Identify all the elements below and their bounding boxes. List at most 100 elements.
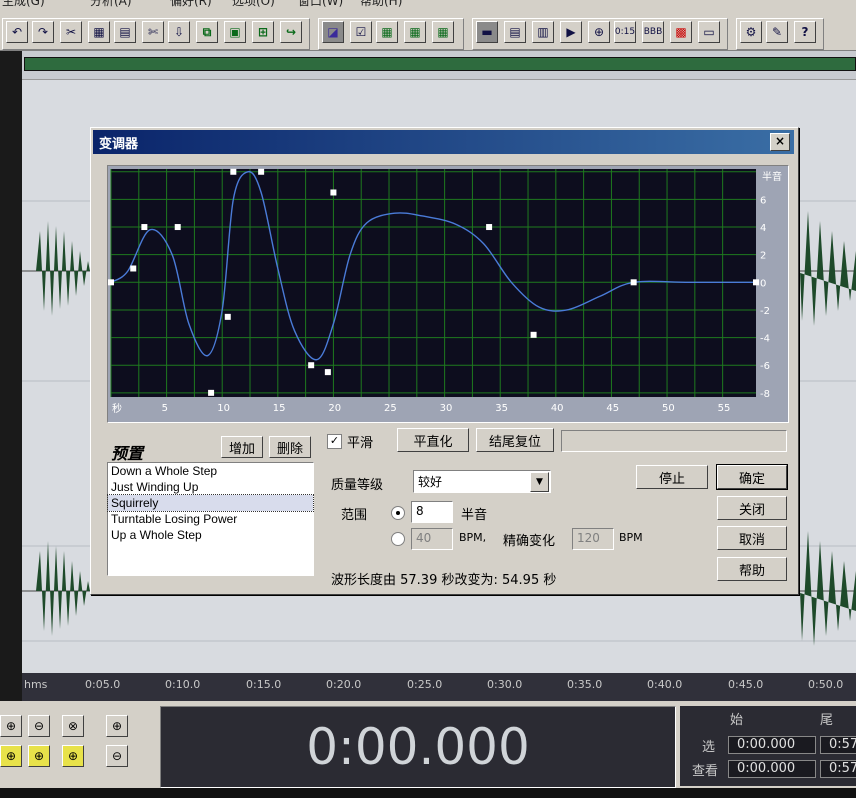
grid-icon[interactable]: ▦ [376, 21, 398, 43]
copy-icon[interactable]: ▦ [88, 21, 110, 43]
menu-item-options[interactable]: 选项(O) [232, 0, 275, 9]
cancel-button[interactable]: 取消 [717, 526, 787, 550]
redo-icon[interactable]: ↷ [32, 21, 54, 43]
view-end-field[interactable]: 0:57 [820, 760, 856, 778]
zoom-right-icon[interactable]: ⊕ [62, 745, 84, 767]
undo-icon[interactable]: ↶ [6, 21, 28, 43]
trim-icon[interactable]: ⧉ [196, 21, 218, 43]
bpm-icon[interactable]: BBB [642, 21, 664, 43]
ruler-tick-label: 0:10.0 [165, 678, 201, 691]
reset-end-button[interactable]: 结尾复位 [476, 428, 554, 452]
add-preset-button[interactable]: 增加 [221, 436, 263, 458]
zoom-full-icon[interactable]: ⊗ [62, 715, 84, 737]
time-ruler[interactable]: hms 0:05.0 0:10.0 0:15.0 0:20.0 0:25.0 0… [22, 673, 856, 701]
smooth-checkbox[interactable]: ✓ [327, 434, 342, 449]
bpm-radio[interactable] [391, 532, 405, 546]
cut-icon[interactable]: ✂ [60, 21, 82, 43]
chevron-down-icon[interactable]: ▼ [530, 472, 549, 492]
view-icon[interactable]: ▬ [476, 21, 498, 43]
control-point[interactable] [330, 189, 337, 196]
silence-icon[interactable]: ▣ [224, 21, 246, 43]
zoom-icon[interactable]: ⊕ [588, 21, 610, 43]
selection-begin-field[interactable]: 0:00.000 [728, 736, 816, 754]
bpm-input[interactable]: 40 [411, 528, 453, 550]
menu-item-help[interactable]: 帮助(H) [360, 0, 402, 9]
check-icon[interactable]: ☑ [350, 21, 372, 43]
zoom-selection-icon[interactable]: ⊕ [28, 745, 50, 767]
preset-item[interactable]: Just Winding Up [108, 479, 313, 495]
control-point[interactable] [130, 265, 137, 272]
preset-item[interactable]: Down a Whole Step [108, 463, 313, 479]
length-change-text: 波形长度由 57.39 秒改变为: 54.95 秒 [331, 573, 557, 588]
ruler-tick-label: 0:15.0 [246, 678, 282, 691]
envelope-svg[interactable]: 6420-2-4-6-8 5 10 15 20 25 30 35 40 45 50 55 半音 秒 [108, 166, 788, 422]
overview-scroll-strip[interactable] [24, 57, 856, 71]
control-point[interactable] [530, 331, 537, 338]
blank-icon[interactable]: ▭ [698, 21, 720, 43]
control-point[interactable] [141, 224, 148, 231]
spectral-icon[interactable]: ▥ [532, 21, 554, 43]
delete-preset-button[interactable]: 删除 [269, 436, 311, 458]
dialog-titlebar[interactable]: 变调器 × [93, 130, 794, 154]
stop-button[interactable]: 停止 [636, 465, 708, 489]
settings-icon[interactable]: ⚙ [740, 21, 762, 43]
control-point[interactable] [108, 279, 114, 286]
pitch-bender-dialog: 变调器 × 6 4 2 0 -2 -4 -6 -8 5 10 15 20 25 30 35 40 45 50 55… [90, 127, 799, 595]
flatten-button[interactable]: 平直化 [397, 428, 469, 452]
quality-select[interactable]: 较好 ▼ [413, 470, 551, 493]
y-tick-label: -4 [760, 334, 770, 345]
arrow-icon[interactable]: ↪ [280, 21, 302, 43]
close-button[interactable]: 关闭 [717, 496, 787, 520]
control-point[interactable] [208, 389, 215, 396]
script-icon[interactable]: ✎ [766, 21, 788, 43]
control-point[interactable] [630, 279, 637, 286]
control-point[interactable] [258, 168, 265, 175]
zoom-out-vertical-icon[interactable]: ⊖ [106, 745, 128, 767]
control-point[interactable] [174, 224, 181, 231]
view-begin-field[interactable]: 0:00.000 [728, 760, 816, 778]
zoom-in-icon[interactable]: ⊕ [0, 715, 22, 737]
control-point[interactable] [224, 313, 231, 320]
timecode-icon[interactable]: 0:15 [614, 21, 636, 43]
semitone-input[interactable]: 8 [411, 501, 453, 523]
preset-item[interactable]: Up a Whole Step [108, 527, 313, 543]
select-icon[interactable]: ◪ [322, 21, 344, 43]
control-point[interactable] [230, 168, 237, 175]
zoom-in-vertical-icon[interactable]: ⊕ [106, 715, 128, 737]
grid-icon[interactable]: ▦ [432, 21, 454, 43]
semitone-radio[interactable] [391, 506, 405, 520]
pitch-envelope-graph[interactable]: 6 4 2 0 -2 -4 -6 -8 5 10 15 20 25 30 35 40 45 50 55 半音 秒 [107, 165, 789, 423]
graph-background[interactable] [111, 169, 756, 397]
help-button[interactable]: 帮助 [717, 557, 787, 581]
ok-button[interactable]: 确定 [716, 464, 788, 490]
grid-icon[interactable]: ▦ [404, 21, 426, 43]
preset-item-selected[interactable]: Squirrely [107, 494, 314, 512]
control-point[interactable] [324, 369, 331, 376]
ruler-tick-label: 0:35.0 [567, 678, 603, 691]
selection-end-field[interactable]: 0:57 [820, 736, 856, 754]
control-point[interactable] [308, 362, 315, 369]
menu-item-favorites[interactable]: 偏好(R) [170, 0, 212, 9]
control-point[interactable] [753, 279, 759, 286]
preset-item[interactable]: Turntable Losing Power [108, 511, 313, 527]
wave-icon[interactable]: ▤ [504, 21, 526, 43]
zoom-out-icon[interactable]: ⊖ [28, 715, 50, 737]
preset-list[interactable]: Down a Whole Step Just Winding Up Squirr… [107, 462, 314, 576]
mix-paste-icon[interactable]: ⇩ [168, 21, 190, 43]
control-point[interactable] [486, 224, 493, 231]
precise-bpm-input[interactable]: 120 [572, 528, 614, 550]
new-icon[interactable]: ⊞ [252, 21, 274, 43]
paste-icon[interactable]: ▤ [114, 21, 136, 43]
menu-item-window[interactable]: 窗口(W) [298, 0, 343, 9]
zoom-left-icon[interactable]: ⊕ [0, 745, 22, 767]
close-icon[interactable]: × [770, 133, 790, 151]
menu-item-analyze[interactable]: 分析(A) [90, 0, 132, 9]
menu-item-generate[interactable]: 生成(G) [2, 0, 45, 9]
scissors-icon[interactable]: ✄ [142, 21, 164, 43]
x-tick-label: 10 [217, 403, 230, 414]
help-icon[interactable]: ? [794, 21, 816, 43]
play-icon[interactable]: ▶ [560, 21, 582, 43]
color-icon[interactable]: ▩ [670, 21, 692, 43]
bpm-unit: BPM, [459, 531, 487, 544]
ruler-tick-label: 0:30.0 [487, 678, 523, 691]
